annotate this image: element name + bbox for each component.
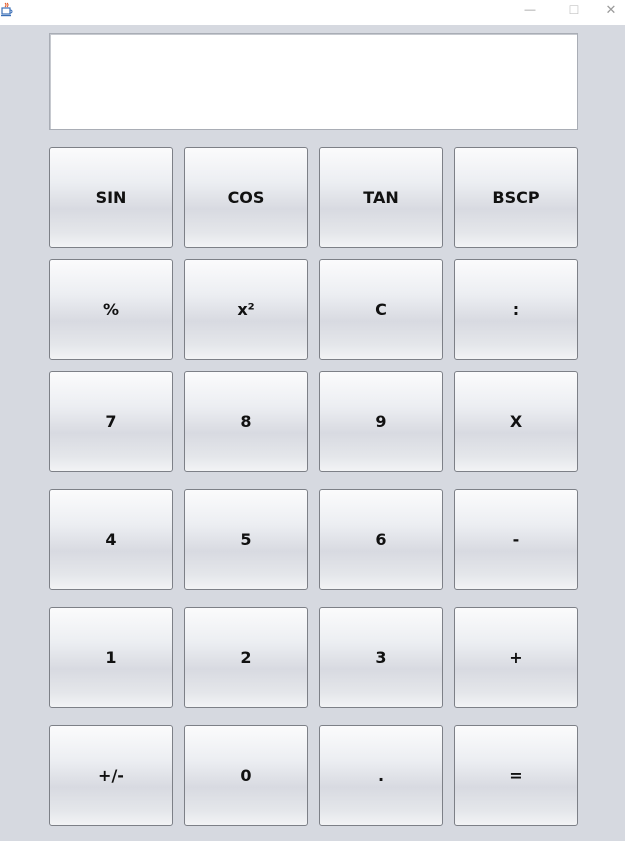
java-app-icon	[1, 2, 13, 17]
digit-8-button[interactable]: 8	[184, 371, 308, 472]
square-button[interactable]: x²	[184, 259, 308, 360]
clear-button[interactable]: C	[319, 259, 443, 360]
close-button[interactable]: ✕	[597, 0, 625, 20]
digit-9-button[interactable]: 9	[319, 371, 443, 472]
negate-button[interactable]: +/-	[49, 725, 173, 826]
divide-button[interactable]: :	[454, 259, 578, 360]
digit-6-button[interactable]: 6	[319, 489, 443, 590]
multiply-button[interactable]: X	[454, 371, 578, 472]
digit-2-button[interactable]: 2	[184, 607, 308, 708]
title-bar: — ☐ ✕	[0, 0, 625, 25]
percent-button[interactable]: %	[49, 259, 173, 360]
maximize-button[interactable]: ☐	[552, 0, 596, 20]
tan-button[interactable]: TAN	[319, 147, 443, 248]
calculator-display[interactable]	[49, 33, 578, 130]
digit-0-button[interactable]: 0	[184, 725, 308, 826]
decimal-button[interactable]: .	[319, 725, 443, 826]
minus-button[interactable]: -	[454, 489, 578, 590]
minimize-button[interactable]: —	[508, 0, 552, 20]
digit-1-button[interactable]: 1	[49, 607, 173, 708]
equals-button[interactable]: =	[454, 725, 578, 826]
maximize-icon: ☐	[568, 3, 580, 17]
digit-3-button[interactable]: 3	[319, 607, 443, 708]
cos-button[interactable]: COS	[184, 147, 308, 248]
digit-5-button[interactable]: 5	[184, 489, 308, 590]
digit-7-button[interactable]: 7	[49, 371, 173, 472]
minimize-icon: —	[524, 4, 536, 16]
backspace-button[interactable]: BSCP	[454, 147, 578, 248]
close-icon: ✕	[605, 2, 617, 17]
digit-4-button[interactable]: 4	[49, 489, 173, 590]
sin-button[interactable]: SIN	[49, 147, 173, 248]
plus-button[interactable]: +	[454, 607, 578, 708]
